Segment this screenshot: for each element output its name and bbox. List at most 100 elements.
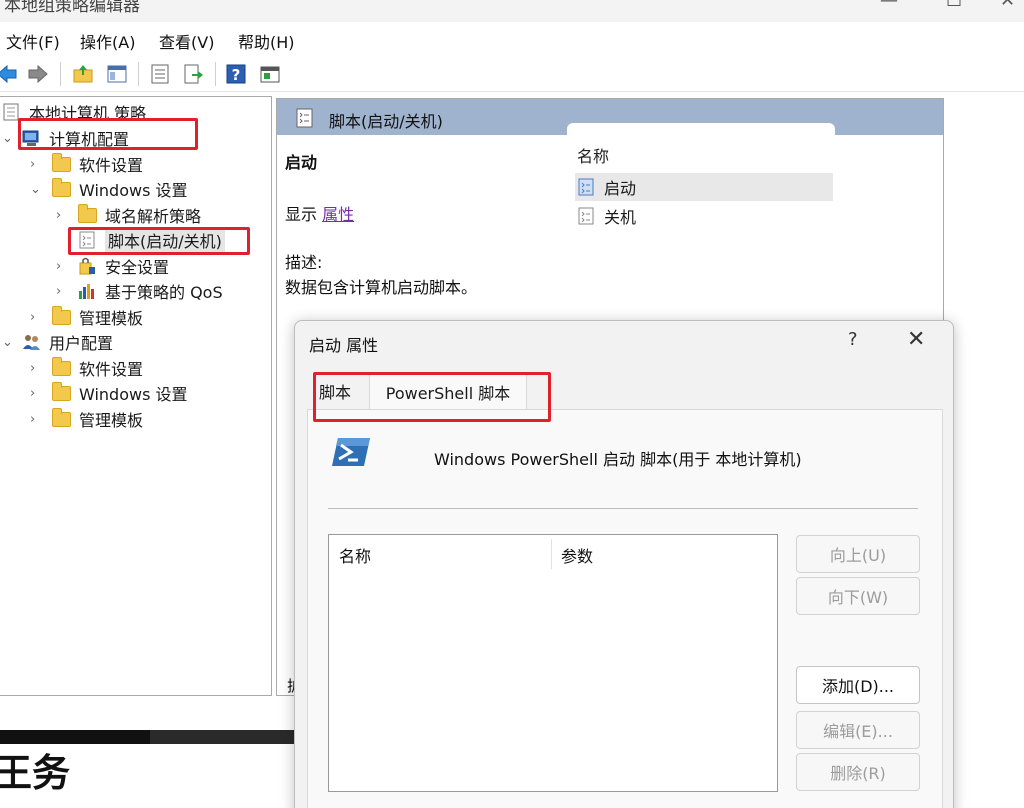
properties-link[interactable]: 属性 — [322, 205, 354, 224]
menu-file[interactable]: 文件(F) — [6, 29, 60, 53]
chevron-right-icon[interactable]: › — [56, 259, 61, 274]
description-label: 描述: — [285, 253, 323, 272]
tree-label: 计算机配置 — [49, 130, 130, 149]
tree-item-cc-security[interactable]: › 安全设置 — [56, 254, 169, 278]
tree-item-cc-scripts[interactable]: 脚本(启动/关机) — [78, 228, 225, 252]
add-button[interactable]: 添加(D)... — [796, 666, 920, 704]
script-icon — [578, 207, 594, 225]
tree-label: 用户配置 — [49, 334, 114, 353]
show-properties-line: 显示 属性 — [285, 201, 354, 225]
column-header-name[interactable]: 名称 — [339, 543, 371, 567]
tree-item-cc-windows[interactable]: ⌄ Windows 设置 — [30, 177, 188, 201]
title-bar: 本地组策略编辑器 — ☐ ✕ — [0, 0, 1024, 22]
properties-icon[interactable] — [149, 63, 171, 85]
folder-icon — [52, 407, 71, 427]
svg-text:?: ? — [232, 66, 241, 84]
menu-help[interactable]: 帮助(H) — [238, 29, 295, 53]
tree-item-uc-software[interactable]: › 软件设置 — [30, 356, 143, 380]
folder-icon — [52, 356, 71, 376]
edit-button[interactable]: 编辑(E)... — [796, 711, 920, 749]
show-label: 显示 — [285, 205, 318, 224]
description-text: 数据包含计算机启动脚本。 — [285, 278, 478, 297]
help-icon[interactable]: ? — [225, 63, 247, 85]
tree-label: 软件设置 — [79, 360, 144, 379]
dialog-close-button[interactable]: ✕ — [907, 327, 925, 352]
script-icon — [578, 178, 594, 196]
tree-item-uc-windows[interactable]: › Windows 设置 — [30, 381, 188, 405]
move-down-button[interactable]: 向下(W) — [796, 577, 920, 615]
up-folder-icon[interactable] — [72, 63, 94, 85]
tree-item-cc-qos[interactable]: › 基于策略的 QoS — [56, 279, 223, 303]
tree-root[interactable]: 本地计算机 策略 — [2, 100, 146, 124]
folder-icon — [78, 203, 97, 223]
tree-item-cc-admin[interactable]: › 管理模板 — [30, 305, 143, 329]
menu-bar: 文件(F) 操作(A) 查看(V) 帮助(H) — [0, 24, 1024, 56]
script-icon — [79, 231, 95, 249]
details-header-title: 脚本(启动/关机) — [329, 112, 443, 131]
folder-icon — [52, 152, 71, 172]
chevron-down-icon[interactable]: ⌄ — [2, 131, 13, 146]
toolbar-separator — [60, 62, 61, 86]
help-button[interactable]: ? — [848, 329, 858, 350]
toolbar: ? — [0, 56, 1024, 92]
tree-label: Windows 设置 — [79, 181, 188, 200]
divider — [328, 508, 918, 509]
list-item-shutdown[interactable]: 关机 — [575, 202, 833, 230]
close-window-button[interactable]: ✕ — [1000, 0, 1015, 11]
chevron-down-icon[interactable]: ⌄ — [30, 182, 41, 197]
tree-label: 管理模板 — [79, 309, 144, 328]
chevron-right-icon[interactable]: › — [56, 284, 61, 299]
tree-item-uc-admin[interactable]: › 管理模板 — [30, 407, 143, 431]
tree-item-cc-software[interactable]: › 软件设置 — [30, 152, 143, 176]
list-item-startup[interactable]: 启动 — [575, 173, 833, 201]
menu-action[interactable]: 操作(A) — [80, 29, 135, 53]
column-header-parameters[interactable]: 参数 — [561, 543, 593, 567]
minimize-button[interactable]: — — [880, 0, 898, 11]
tree-item-computer-config[interactable]: ⌄ 计算机配置 — [2, 126, 129, 150]
tree-label: Windows 设置 — [79, 385, 188, 404]
maximize-button[interactable]: ☐ — [946, 0, 962, 11]
dialog-title: 启动 属性 — [309, 336, 379, 355]
background-heading: 王务 — [0, 751, 71, 795]
show-hide-tree-icon[interactable] — [106, 63, 128, 85]
export-icon[interactable] — [182, 63, 204, 85]
toolbar-separator — [138, 62, 139, 86]
tree-label: 基于策略的 QoS — [105, 283, 223, 302]
chevron-right-icon[interactable]: › — [30, 361, 35, 376]
tree-item-user-config[interactable]: ⌄ 用户配置 — [2, 330, 113, 354]
forward-icon[interactable] — [27, 63, 49, 85]
folder-icon — [52, 177, 71, 197]
tree-label: 本地计算机 策略 — [29, 104, 147, 123]
tree-label: 安全设置 — [105, 258, 170, 277]
tree-label: 脚本(启动/关机) — [105, 228, 225, 252]
menu-view[interactable]: 查看(V) — [159, 29, 214, 53]
section-title: 启动 — [285, 153, 318, 172]
tree-pane: 本地计算机 策略 ⌄ 计算机配置 › 软件设置 ⌄ Windows 设置 › 域… — [0, 96, 272, 696]
tree-item-cc-dns[interactable]: › 域名解析策略 — [56, 203, 201, 227]
chevron-right-icon[interactable]: › — [30, 386, 35, 401]
toolbar-separator — [215, 62, 216, 86]
list-item-label: 关机 — [604, 208, 637, 227]
bar-chart-icon — [79, 284, 94, 299]
move-up-button[interactable]: 向上(U) — [796, 535, 920, 573]
tab-scripts[interactable]: 脚本 — [309, 373, 361, 409]
tab-powershell-scripts[interactable]: PowerShell 脚本 — [369, 373, 527, 409]
remove-button[interactable]: 删除(R) — [796, 753, 920, 791]
list-item-label: 启动 — [604, 179, 637, 198]
powershell-scripts-list[interactable]: 名称 参数 — [328, 534, 778, 792]
policy-document-icon — [3, 103, 19, 121]
chevron-right-icon[interactable]: › — [56, 208, 61, 223]
folder-icon — [52, 305, 71, 325]
users-icon — [23, 335, 40, 350]
chevron-right-icon[interactable]: › — [30, 310, 35, 325]
chevron-right-icon[interactable]: › — [30, 412, 35, 427]
console-icon[interactable] — [259, 63, 281, 85]
back-icon[interactable] — [0, 63, 18, 85]
powershell-heading: Windows PowerShell 启动 脚本(用于 本地计算机) — [434, 450, 802, 469]
tree-label: 域名解析策略 — [105, 207, 202, 226]
column-separator[interactable] — [551, 539, 552, 569]
column-header-name[interactable]: 名称 — [577, 143, 609, 167]
folder-icon — [52, 381, 71, 401]
chevron-down-icon[interactable]: ⌄ — [2, 335, 13, 350]
chevron-right-icon[interactable]: › — [30, 157, 35, 172]
